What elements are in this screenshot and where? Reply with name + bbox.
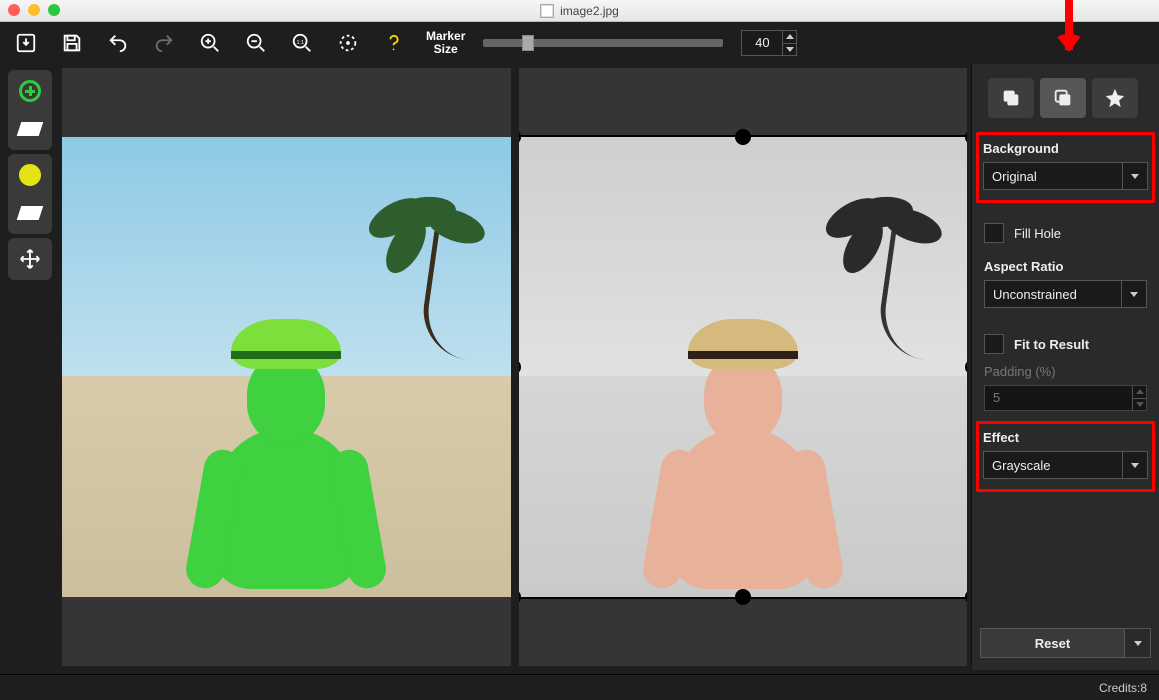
- eraser-icon: [17, 122, 44, 136]
- export-button[interactable]: [12, 29, 40, 57]
- marker-size-slider[interactable]: [483, 39, 723, 47]
- marker-size-input[interactable]: 40: [741, 30, 797, 56]
- document-icon: [540, 4, 554, 18]
- background-label: Background: [983, 141, 1148, 156]
- reset-dropdown[interactable]: [1125, 628, 1151, 658]
- reset-button[interactable]: Reset: [980, 628, 1125, 658]
- status-bar: Credits: 8: [0, 674, 1159, 700]
- help-button[interactable]: [380, 29, 408, 57]
- crop-handle-t[interactable]: [735, 129, 751, 145]
- reset-row: Reset: [980, 628, 1151, 658]
- erase-background-tool[interactable]: [15, 198, 45, 228]
- background-tool-group: [8, 154, 52, 234]
- crop-handle-b[interactable]: [735, 589, 751, 605]
- foreground-tool-group: [8, 70, 52, 150]
- result-image: [519, 137, 968, 597]
- zoom-actual-button[interactable]: 1:1: [288, 29, 316, 57]
- aspect-ratio-select[interactable]: Unconstrained: [984, 280, 1147, 308]
- marker-size-stepper[interactable]: [782, 31, 796, 55]
- stepper-down[interactable]: [783, 44, 796, 56]
- fill-hole-panel: Fill Hole: [980, 207, 1151, 253]
- svg-text:1:1: 1:1: [297, 40, 305, 46]
- zoom-in-button[interactable]: [196, 29, 224, 57]
- tool-palette: [8, 70, 52, 280]
- workspace: [58, 64, 971, 670]
- background-select[interactable]: Original: [983, 162, 1148, 190]
- tab-favorites[interactable]: [1092, 78, 1138, 118]
- maximize-window-button[interactable]: [48, 4, 60, 16]
- fit-to-result-label: Fit to Result: [1014, 337, 1089, 352]
- padding-input: 5: [984, 385, 1147, 411]
- document-filename: image2.jpg: [560, 4, 619, 18]
- effect-select[interactable]: Grayscale: [983, 451, 1148, 479]
- fit-to-result-checkbox[interactable]: [984, 334, 1004, 354]
- main-toolbar: 1:1 Marker Size 40: [0, 22, 1159, 64]
- close-window-button[interactable]: [8, 4, 20, 16]
- fit-to-result-panel: Fit to Result Padding (%) 5: [980, 318, 1151, 421]
- tab-layers[interactable]: [988, 78, 1034, 118]
- effect-label: Effect: [983, 430, 1148, 445]
- background-panel: Background Original: [976, 132, 1155, 203]
- result-foreground: [658, 319, 828, 579]
- result-canvas[interactable]: [519, 68, 968, 666]
- aspect-ratio-panel: Aspect Ratio Unconstrained: [980, 253, 1151, 318]
- stepper-up[interactable]: [783, 31, 796, 44]
- fill-hole-checkbox[interactable]: [984, 223, 1004, 243]
- document-title: image2.jpg: [540, 4, 619, 18]
- padding-label: Padding (%): [984, 364, 1147, 379]
- foreground-mask-overlay: [201, 319, 371, 579]
- window-controls: [8, 4, 60, 16]
- source-image: [62, 137, 511, 597]
- zoom-fit-button[interactable]: [334, 29, 362, 57]
- marker-size-label: Marker Size: [426, 30, 465, 56]
- source-canvas[interactable]: [62, 68, 511, 666]
- circle-icon: [19, 164, 41, 186]
- move-tool-group: [8, 238, 52, 280]
- undo-button[interactable]: [104, 29, 132, 57]
- move-tool[interactable]: [15, 244, 45, 274]
- sidebar-tabs: [988, 78, 1151, 118]
- effect-panel: Effect Grayscale: [976, 421, 1155, 492]
- tab-background[interactable]: [1040, 78, 1086, 118]
- redo-button[interactable]: [150, 29, 178, 57]
- credits-value: 8: [1140, 681, 1147, 695]
- minimize-window-button[interactable]: [28, 4, 40, 16]
- fill-hole-label: Fill Hole: [1014, 226, 1061, 241]
- slider-thumb[interactable]: [522, 35, 534, 51]
- save-button[interactable]: [58, 29, 86, 57]
- aspect-ratio-label: Aspect Ratio: [984, 259, 1147, 274]
- credits-label: Credits:: [1099, 681, 1140, 695]
- eraser-icon: [17, 206, 44, 220]
- properties-sidebar: Background Original Fill Hole Aspect Rat…: [971, 64, 1159, 670]
- erase-foreground-tool[interactable]: [15, 114, 45, 144]
- zoom-out-button[interactable]: [242, 29, 270, 57]
- add-foreground-tool[interactable]: [15, 76, 45, 106]
- window-titlebar: image2.jpg: [0, 0, 1159, 22]
- add-background-tool[interactable]: [15, 160, 45, 190]
